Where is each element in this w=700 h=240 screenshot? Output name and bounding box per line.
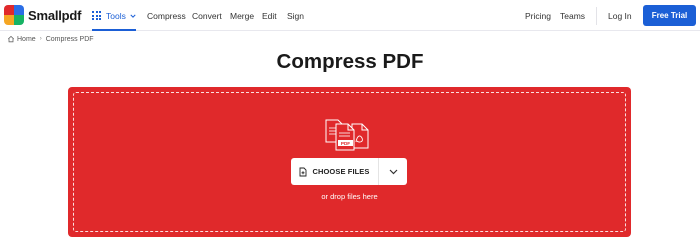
- choose-files-button[interactable]: CHOOSE FILES: [291, 158, 379, 185]
- breadcrumb-home-label: Home: [17, 35, 36, 43]
- choose-files-group: CHOOSE FILES: [291, 158, 407, 185]
- source-dropdown-button[interactable]: [379, 158, 407, 185]
- login-link[interactable]: Log In: [608, 11, 632, 21]
- nav-compress[interactable]: Compress: [147, 11, 186, 21]
- nav-pricing[interactable]: Pricing: [525, 11, 551, 21]
- pdf-badge: PDF: [341, 141, 350, 146]
- breadcrumb-chevron-icon: ›: [39, 36, 42, 42]
- breadcrumb-home[interactable]: Home: [7, 35, 36, 43]
- tools-menu-button[interactable]: Tools: [92, 0, 136, 31]
- breadcrumb-current: Compress PDF: [45, 35, 94, 43]
- active-tab-indicator: [92, 29, 136, 31]
- brand-name: Smallpdf: [28, 7, 82, 23]
- free-trial-button[interactable]: Free Trial: [643, 5, 696, 26]
- nav-teams[interactable]: Teams: [560, 11, 585, 21]
- breadcrumb: Home › Compress PDF: [7, 35, 94, 43]
- smallpdf-logo-icon: [4, 5, 24, 25]
- nav-merge[interactable]: Merge: [230, 11, 254, 21]
- page-title: Compress PDF: [276, 50, 424, 73]
- top-header: Smallpdf Tools Compress Convert Merge Ed…: [0, 0, 700, 31]
- chevron-down-icon: [130, 14, 136, 18]
- tools-label: Tools: [106, 10, 126, 21]
- choose-files-label: CHOOSE FILES: [312, 167, 370, 176]
- home-icon: [7, 35, 15, 43]
- nav-convert[interactable]: Convert: [192, 11, 222, 21]
- grid-icon: [92, 11, 101, 20]
- brand-logo[interactable]: Smallpdf: [4, 5, 81, 25]
- file-dropzone[interactable]: PDF CHOOSE FILES or drop files here: [68, 87, 631, 237]
- add-file-icon: [300, 167, 307, 176]
- chevron-down-icon: [389, 169, 397, 174]
- drop-files-hint: or drop files here: [321, 192, 378, 201]
- nav-edit[interactable]: Edit: [262, 11, 277, 21]
- pdf-files-illustration-icon: PDF: [325, 119, 369, 151]
- nav-sign[interactable]: Sign: [287, 11, 304, 21]
- nav-divider: [596, 7, 597, 25]
